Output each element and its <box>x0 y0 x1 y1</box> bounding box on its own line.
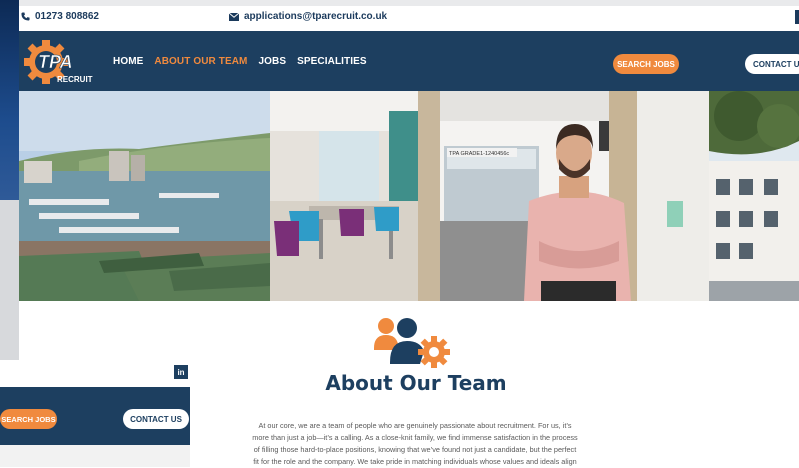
overlay-content <box>0 445 190 467</box>
office-photo <box>270 91 440 301</box>
paragraph-line: more than just a job—it’s a calling. As … <box>252 433 578 442</box>
background-window-edge <box>0 0 19 200</box>
search-jobs-button[interactable]: SEARCH JOBS <box>613 54 679 74</box>
social-icon-partial[interactable] <box>795 10 799 24</box>
paragraph-line: At our core, we are a team of people who… <box>258 421 572 430</box>
nav-item-specialities[interactable]: SPECIALITIES <box>297 56 367 67</box>
overlay-contact-us-button[interactable]: CONTACT US <box>123 409 189 429</box>
paragraph-line: fit for the role and the company. We tak… <box>253 457 577 466</box>
nav-item-home[interactable]: HOME <box>113 56 143 67</box>
email-address: applications@tparecruit.co.uk <box>244 11 388 22</box>
building-photo <box>709 91 799 301</box>
logo-subtext: RECRUIT <box>57 75 93 84</box>
background-window-edge-lower <box>0 200 19 360</box>
intro-paragraph: At our core, we are a team of people who… <box>205 420 625 468</box>
marina-photo <box>19 91 270 301</box>
envelope-icon <box>229 12 239 21</box>
page-title: About Our Team <box>325 371 507 395</box>
photo-sign-text: TPA GRADE1-1240456c <box>449 151 509 157</box>
team-photo-strip: TPA GRADE1-1240456c <box>19 91 799 301</box>
phone-icon <box>21 12 30 21</box>
email-link[interactable]: applications@tparecruit.co.uk <box>229 11 387 22</box>
contact-us-button[interactable]: CONTACT US <box>745 54 799 74</box>
phone-link[interactable]: 01273 808862 <box>21 11 99 22</box>
main-navigation: TPA RECRUIT HOME ABOUT OUR TEAM JOBS SPE… <box>19 31 799 91</box>
contact-bar: 01273 808862 applications@tparecruit.co.… <box>19 6 799 31</box>
overlapping-window: in SEARCH JOBS CONTACT US <box>0 360 190 467</box>
tpa-recruit-logo[interactable]: TPA RECRUIT <box>23 37 99 87</box>
overlay-search-jobs-button[interactable]: SEARCH JOBS <box>0 409 57 429</box>
nav-item-about-our-team[interactable]: ABOUT OUR TEAM <box>154 56 247 67</box>
phone-number: 01273 808862 <box>35 11 99 22</box>
team-gear-icon <box>374 316 454 368</box>
nav-item-jobs[interactable]: JOBS <box>258 56 286 67</box>
linkedin-icon[interactable]: in <box>174 365 188 379</box>
paragraph-line: of filling those hard-to-place positions… <box>253 445 577 454</box>
nav-menu: HOME ABOUT OUR TEAM JOBS SPECIALITIES <box>113 56 367 67</box>
logo-text: TPA <box>38 52 73 72</box>
portrait-photo: TPA GRADE1-1240456c <box>440 91 709 301</box>
